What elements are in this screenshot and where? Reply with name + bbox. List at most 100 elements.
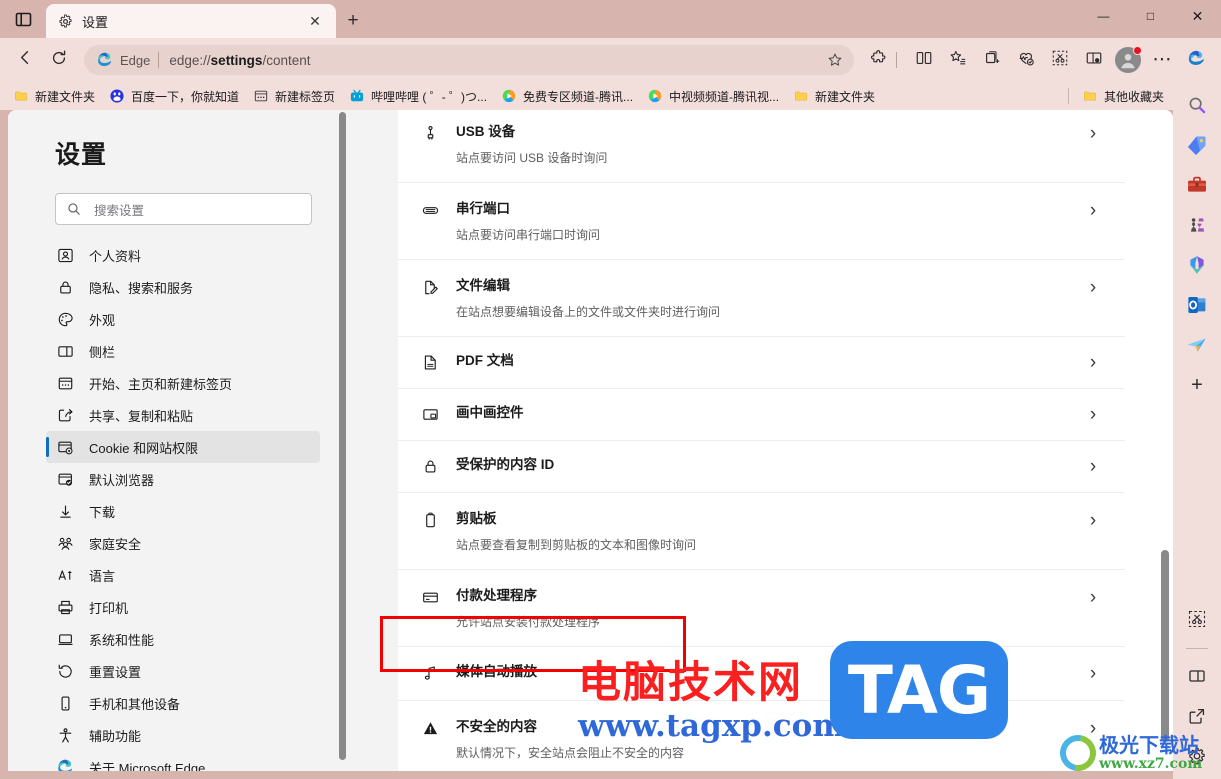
sidebar-item-share-copy-paste[interactable]: 共享、复制和粘贴 [55,399,320,431]
reset-icon [55,661,75,681]
split-tab-button[interactable] [1077,43,1111,77]
close-tab-button[interactable]: ✕ [304,10,326,32]
sidebar-item-accessibility[interactable]: 辅助功能 [55,719,320,751]
sidebar-item-profile[interactable]: 个人资料 [55,239,320,271]
home-icon [55,373,75,393]
extensions-button[interactable] [862,43,896,77]
maximize-button[interactable]: □ [1127,0,1174,32]
rail-divider [1186,648,1208,649]
sidebar-item-appearance[interactable]: 外观 [55,303,320,335]
refresh-button[interactable] [42,43,76,77]
list-item[interactable]: PDF 文档 › [398,337,1125,389]
content-scrollbar-thumb[interactable] [1161,550,1169,742]
list-item-text: 文件编辑 在站点想要编辑设备上的文件或文件夹时进行询问 [456,276,1083,320]
screenshot-icon[interactable] [1180,602,1214,636]
list-item-subtitle: 站点要访问串行端口时询问 [456,228,601,242]
split-screen-icon[interactable] [1180,659,1214,693]
split-screen-button[interactable] [907,43,941,77]
favorites-button[interactable] [941,43,975,77]
omnibox-brand: Edge [120,52,151,68]
add-sidebar-app-icon[interactable]: + [1180,368,1214,402]
copilot-button[interactable] [1179,43,1213,77]
sidebar-item-languages[interactable]: 语言 [55,559,320,591]
microsoft365-icon[interactable] [1180,248,1214,282]
sidebar-scrollbar[interactable] [338,112,346,764]
chevron-right-icon[interactable]: › [1083,352,1103,374]
chevron-right-icon[interactable]: › [1083,510,1103,532]
bookmark-item[interactable]: 新建文件夹 [6,85,102,107]
outlook-icon[interactable] [1180,288,1214,322]
sidebar-item-about-edge[interactable]: 关于 Microsoft Edge [55,751,320,771]
list-item-title: 受保护的内容 ID [456,457,555,472]
chevron-right-icon[interactable]: › [1083,587,1103,609]
games-icon[interactable] [1180,208,1214,242]
chevron-right-icon[interactable]: › [1083,663,1103,685]
list-item[interactable]: 文件编辑 在站点想要编辑设备上的文件或文件夹时进行询问 › [398,260,1125,337]
bookmark-item[interactable]: 新建标签页 [246,85,342,107]
list-item-subtitle: 默认情况下，安全站点会阻止不安全的内容 [456,746,685,760]
back-button[interactable] [8,43,42,77]
list-item[interactable]: USB 设备 站点要访问 USB 设备时询问 › [398,110,1125,183]
sidebar-item-family-safety[interactable]: 家庭安全 [55,527,320,559]
dropbox-icon[interactable] [1180,328,1214,362]
other-favorites-button[interactable]: 其他收藏夹 [1075,85,1171,107]
content-scrollbar[interactable] [1161,110,1169,771]
bilibili-icon [349,88,365,104]
open-in-new-window-icon[interactable] [1180,699,1214,733]
bookmark-item[interactable]: 中视频频道-腾讯视... [640,85,786,107]
list-item[interactable]: 受保护的内容 ID › [398,441,1125,493]
sidebar-item-system-performance[interactable]: 系统和性能 [55,623,320,655]
list-item-title: 画中画控件 [456,405,524,420]
address-bar[interactable]: Edge edge://settings/content [84,45,854,75]
sidebar-item-label: 重置设置 [89,664,142,680]
sidebar-item-sidebar[interactable]: 侧栏 [55,335,320,367]
navigation-toolbar: Edge edge://settings/content ⋯ [0,38,1221,82]
minimize-button[interactable]: — [1080,0,1127,32]
music-note-icon [420,663,440,683]
sidebar-item-default-browser[interactable]: 默认浏览器 [55,463,320,495]
search-settings-input[interactable]: 搜索设置 [55,193,312,225]
folder-icon [1082,88,1098,104]
list-item[interactable]: 画中画控件 › [398,389,1125,441]
sidebar-item-reset-settings[interactable]: 重置设置 [55,655,320,687]
search-icon [66,201,82,217]
chevron-right-icon[interactable]: › [1083,123,1103,145]
tab-actions-button[interactable] [0,0,46,38]
sidebar-item-phone-other-devices[interactable]: 手机和其他设备 [55,687,320,719]
shopping-tag-icon[interactable] [1180,128,1214,162]
profile-button[interactable] [1111,43,1145,77]
bookmark-item[interactable]: 新建文件夹 [786,85,882,107]
chevron-right-icon[interactable]: › [1083,277,1103,299]
chevron-right-icon[interactable]: › [1083,456,1103,478]
collections-button[interactable] [975,43,1009,77]
close-window-button[interactable]: ✕ [1174,0,1221,32]
sidebar-item-printers[interactable]: 打印机 [55,591,320,623]
screenshot-button[interactable] [1043,43,1077,77]
list-item[interactable]: 付款处理程序 允许站点安装付款处理程序 › [398,570,1125,647]
new-tab-button[interactable]: + [336,4,370,38]
bookmark-label: 新建文件夹 [815,89,876,104]
sidebar-item-cookies-permissions[interactable]: Cookie 和网站权限 [46,431,320,463]
search-icon[interactable] [1180,88,1214,122]
list-item[interactable]: 串行端口 站点要访问串行端口时询问 › [398,183,1125,260]
sidebar-scrollbar-thumb[interactable] [339,112,346,760]
avatar [1115,46,1142,73]
browser-essentials-button[interactable] [1009,43,1043,77]
list-item-subtitle: 站点要查看复制到剪贴板的文本和图像时询问 [456,538,697,552]
sidebar-item-privacy[interactable]: 隐私、搜索和服务 [55,271,320,303]
favorite-star-icon[interactable] [820,47,850,73]
bookmarks-bar: 新建文件夹 百度一下，你就知道 新建标签页 哔哩哔哩 ( ゜- ゜)つ... 免… [0,82,1221,110]
bookmark-item[interactable]: 哔哩哔哩 ( ゜- ゜)つ... [342,85,494,107]
settings-more-button[interactable]: ⋯ [1145,43,1179,77]
chevron-right-icon[interactable]: › [1083,404,1103,426]
sidebar-item-label: 下载 [89,504,116,520]
bookmark-item[interactable]: 免费专区频道-腾讯... [494,85,640,107]
phone-icon [55,693,75,713]
chevron-right-icon[interactable]: › [1083,200,1103,222]
bookmark-item[interactable]: 百度一下，你就知道 [102,85,246,107]
list-item[interactable]: 剪贴板 站点要查看复制到剪贴板的文本和图像时询问 › [398,493,1125,570]
browser-tab[interactable]: 设置 ✕ [46,4,336,38]
tools-icon[interactable] [1180,168,1214,202]
sidebar-item-start-home-newtab[interactable]: 开始、主页和新建标签页 [55,367,320,399]
sidebar-item-downloads[interactable]: 下载 [55,495,320,527]
